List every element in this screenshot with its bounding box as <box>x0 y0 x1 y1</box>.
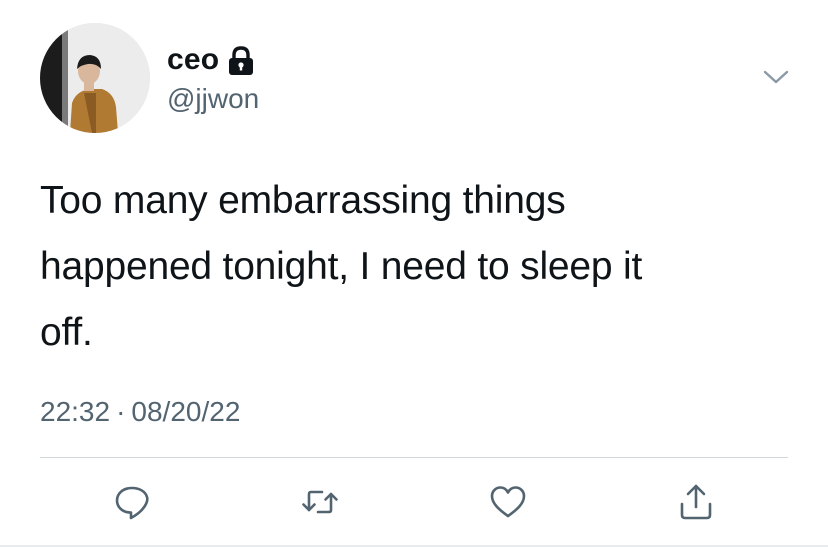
tweet-timestamp[interactable]: 22:32 · 08/20/22 <box>40 396 240 428</box>
divider <box>40 457 788 458</box>
tweet-text: Too many embarrassing things happened to… <box>40 179 643 354</box>
tweet-card: ceo @jjwon Too many embarrassing things … <box>0 0 828 547</box>
author-handle[interactable]: @jjwon <box>167 83 259 115</box>
heart-icon <box>490 486 526 518</box>
reply-icon <box>115 486 149 520</box>
timestamp-separator: · <box>116 396 126 427</box>
retweet-icon <box>302 490 338 514</box>
share-button[interactable] <box>674 480 718 524</box>
chevron-down-icon[interactable] <box>762 64 790 90</box>
lock-icon <box>227 46 255 76</box>
tweet-date: 08/20/22 <box>131 396 241 427</box>
tweet-actions <box>0 480 828 524</box>
tweet-time: 22:32 <box>40 396 111 427</box>
author-name-row[interactable]: ceo <box>167 40 255 80</box>
avatar[interactable] <box>40 23 150 133</box>
avatar-photo <box>40 23 150 133</box>
like-button[interactable] <box>486 480 530 524</box>
display-name[interactable]: ceo <box>167 43 219 77</box>
share-icon <box>680 484 712 520</box>
reply-button[interactable] <box>110 480 154 524</box>
retweet-button[interactable] <box>298 480 342 524</box>
